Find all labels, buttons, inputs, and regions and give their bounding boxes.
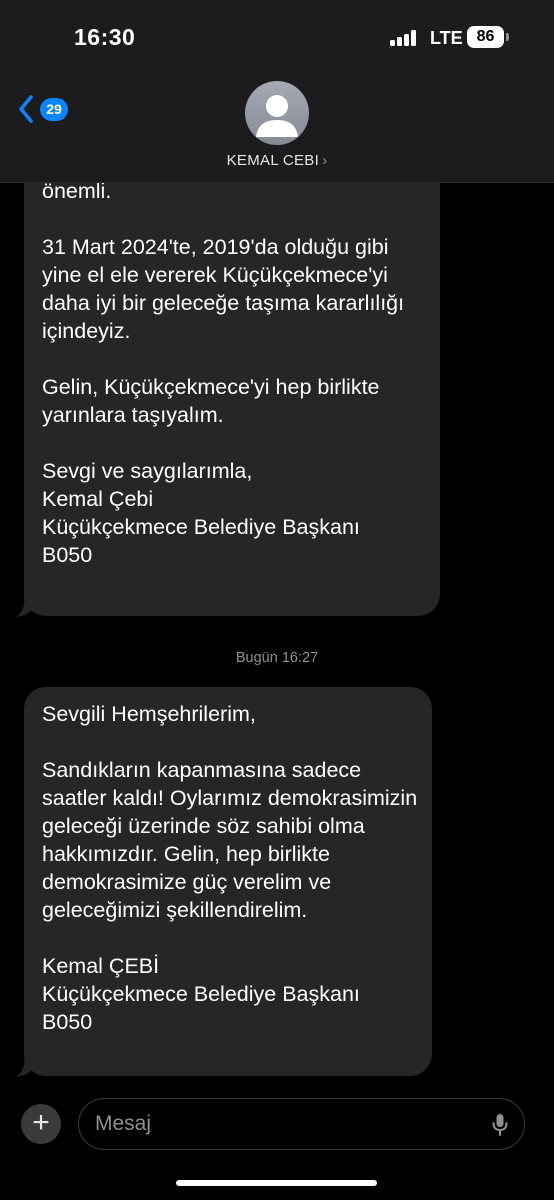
message-paragraph: Kemal ÇEBİ Küçükçekmece Belediye Başkanı… <box>42 954 360 1034</box>
chevron-right-icon: › <box>322 152 328 169</box>
home-indicator[interactable] <box>176 1180 377 1186</box>
contact-name: KEMAL CEBI <box>226 152 320 169</box>
contact-name-button[interactable]: KEMAL CEBI › <box>0 152 554 169</box>
message-paragraph: 31 Mart 2024'te, 2019'da olduğu gibi yin… <box>42 235 405 343</box>
bubble-tail-icon <box>16 1056 32 1077</box>
cellular-signal-icon <box>390 30 420 46</box>
unread-count-badge: 29 <box>40 98 68 121</box>
back-button[interactable]: 29 <box>18 94 78 128</box>
avatar[interactable] <box>245 81 309 145</box>
message-timestamp: Bugün 16:27 <box>235 650 319 666</box>
message-paragraph: Sevgili Hemşehrilerim, <box>42 702 256 726</box>
network-type: LTE <box>430 28 463 48</box>
add-attachment-button[interactable]: + <box>21 1104 61 1144</box>
message-paragraph: Sevgi ve saygılarımla, Kemal Çebi Küçükç… <box>42 459 360 567</box>
message-input[interactable]: Mesaj <box>78 1098 525 1150</box>
message-paragraph: Gelin, Küçükçekmece'yi hep birlikte yarı… <box>42 375 380 427</box>
battery-tip <box>506 33 509 41</box>
message-bubble[interactable]: önemli. 31 Mart 2024'te, 2019'da olduğu … <box>24 130 440 616</box>
chevron-left-icon <box>19 95 33 123</box>
status-time: 16:30 <box>74 24 136 50</box>
bubble-tail-icon <box>16 596 32 617</box>
message-bubble[interactable]: Sevgili Hemşehrilerim, Sandıkların kapan… <box>24 687 432 1076</box>
microphone-icon[interactable] <box>492 1113 508 1137</box>
status-bar: 16:30 LTE 86 <box>0 0 554 80</box>
message-input-placeholder: Mesaj <box>95 1112 152 1135</box>
message-paragraph: Sandıkların kapanmasına sadece saatler k… <box>42 758 418 922</box>
battery-icon: 86 <box>467 26 504 48</box>
person-silhouette-icon <box>256 95 298 137</box>
